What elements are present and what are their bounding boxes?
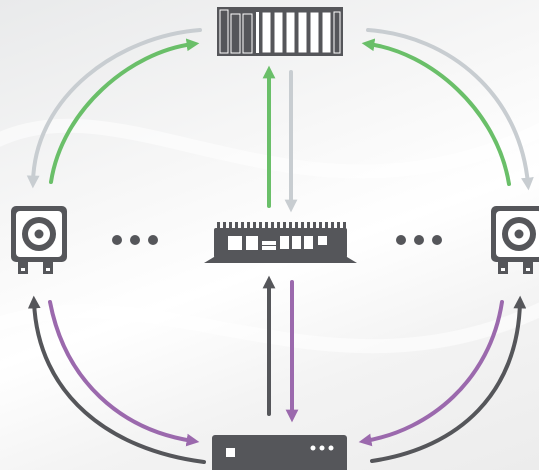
arrow-camera-left-to-plc xyxy=(49,38,200,184)
arrows-upper xyxy=(26,28,534,213)
diagram-canvas xyxy=(0,7,539,470)
edge-gateway-icon xyxy=(204,222,357,263)
arrow-camera-right-to-switch xyxy=(358,300,504,447)
camera-left-icon xyxy=(11,206,67,274)
architecture-diagram xyxy=(0,0,539,470)
ellipsis-icon xyxy=(112,235,158,245)
camera-right-icon xyxy=(491,206,539,274)
network-switch-icon xyxy=(212,435,347,470)
plc-rack-icon xyxy=(217,7,343,56)
ellipsis-icon xyxy=(396,235,442,245)
